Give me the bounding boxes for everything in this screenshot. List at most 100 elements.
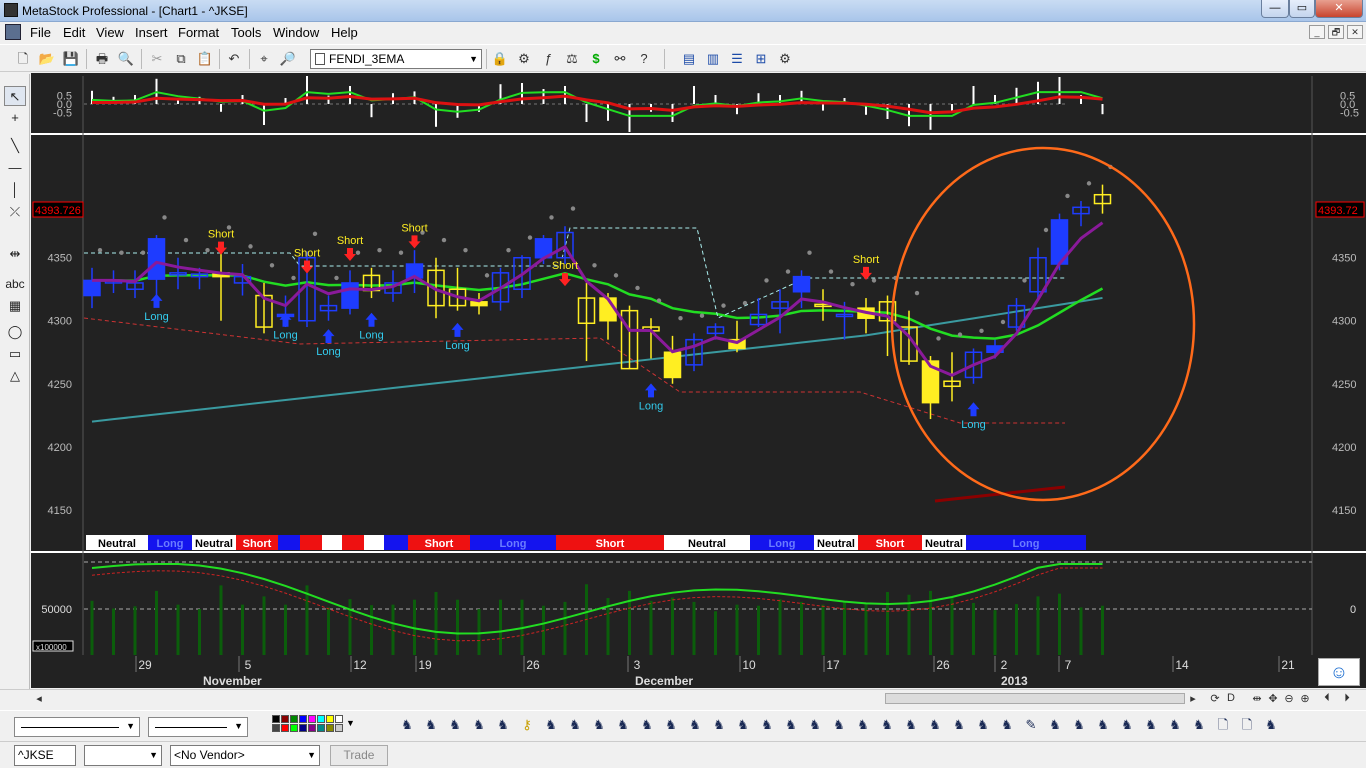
- expert-bull-icon[interactable]: ♞: [422, 716, 440, 734]
- refresh-icon[interactable]: ⟳: [1208, 692, 1222, 705]
- volume-multiplier: x100000: [36, 643, 67, 652]
- expert-bull-icon[interactable]: ♞: [878, 716, 896, 734]
- long-signal-label: Long: [359, 330, 383, 342]
- expert-bull-icon[interactable]: ♞: [542, 716, 560, 734]
- grey-dot: [119, 250, 124, 255]
- expert-bull-icon[interactable]: ♞: [1046, 716, 1064, 734]
- prev-page-icon[interactable]: ⏴: [1320, 692, 1334, 705]
- next-page-icon[interactable]: ⏵: [1340, 692, 1354, 705]
- expert-bull-icon[interactable]: ♞: [734, 716, 752, 734]
- line-style-select[interactable]: ▼: [14, 717, 140, 737]
- slow-ema-line: [91, 296, 1103, 423]
- smiley-icon[interactable]: ☺: [1318, 658, 1360, 686]
- grey-dot: [1022, 278, 1027, 283]
- periodicity-select[interactable]: ▼: [84, 745, 162, 766]
- expert-bull-icon[interactable]: ♞: [1166, 716, 1184, 734]
- grey-dot: [871, 278, 877, 283]
- candle-body: [470, 301, 488, 307]
- horizontal-scrollbar[interactable]: [885, 693, 1185, 704]
- price-tick-left: 4200: [48, 442, 72, 454]
- grey-dot: [1000, 319, 1006, 325]
- candle-body: [341, 282, 359, 309]
- expert-bull-icon[interactable]: ♞: [758, 716, 776, 734]
- price-tick-left: 4150: [48, 505, 72, 517]
- short-signal-label: Short: [294, 248, 320, 260]
- expert-bull-icon[interactable]: ♞: [710, 716, 728, 734]
- state-bar-segment: [278, 535, 300, 550]
- page-icon[interactable]: 🗋: [1214, 716, 1232, 734]
- grey-dot: [1043, 227, 1049, 233]
- long-arrow-icon: [451, 322, 464, 337]
- expert-bull-icon[interactable]: ♞: [854, 716, 872, 734]
- last-price-right: 4393.72: [1318, 205, 1358, 217]
- zoom-in-icon[interactable]: ⊕: [1298, 692, 1312, 705]
- line-weight-select[interactable]: ▼: [148, 717, 248, 737]
- date-tick-label: 10: [742, 658, 756, 672]
- date-tick-label: 2: [1001, 658, 1008, 672]
- date-tick-label: 17: [826, 658, 840, 672]
- expert-bull-icon[interactable]: ♞: [1190, 716, 1208, 734]
- grey-dot: [914, 290, 920, 296]
- expert-bull-icon[interactable]: ♞: [1262, 716, 1280, 734]
- date-tick-label: 26: [936, 658, 950, 672]
- price-tick-right: 4250: [1332, 379, 1356, 391]
- expert-bull-icon[interactable]: ♞: [686, 716, 704, 734]
- expert-bull-icon[interactable]: ♞: [662, 716, 680, 734]
- zoom-out-icon[interactable]: ⊖: [1282, 692, 1296, 705]
- grey-dot: [549, 215, 554, 220]
- expert-bull-icon[interactable]: ♞: [494, 716, 512, 734]
- grey-dot: [699, 313, 705, 318]
- long-arrow-icon: [322, 329, 335, 344]
- scroll-right-icon[interactable]: ▸: [1186, 692, 1200, 705]
- long-signal-label: Long: [273, 330, 297, 342]
- expert-bull-icon[interactable]: ♞: [638, 716, 656, 734]
- price-chart[interactable]: 0.5 0.50.0 0.0-0.5 -0.54350 43504300 43004250…: [0, 0, 1366, 768]
- move-icon[interactable]: ✥: [1266, 692, 1280, 705]
- grey-dot: [441, 237, 447, 243]
- expert-bull-icon[interactable]: ♞: [1094, 716, 1112, 734]
- expert-bull-icon[interactable]: ♞: [974, 716, 992, 734]
- oscillator-tick-left: -0.5: [53, 108, 72, 120]
- periodicity-icon[interactable]: D: [1224, 692, 1238, 704]
- pen-icon[interactable]: ✎: [1022, 716, 1040, 734]
- grey-dot: [162, 215, 167, 220]
- expert-bull-icon[interactable]: ♞: [782, 716, 800, 734]
- expert-bull-icon[interactable]: ♞: [902, 716, 920, 734]
- grey-dot: [936, 336, 941, 341]
- formatting-toolbar: ▼ ▼: [0, 710, 1366, 740]
- state-bar-segment: [300, 535, 322, 550]
- volume-tick-left: 50000: [41, 604, 72, 616]
- expert-bull-icon[interactable]: ♞: [590, 716, 608, 734]
- expert-bull-icon[interactable]: ♞: [926, 716, 944, 734]
- scroll-chart-icon[interactable]: ⇹: [1250, 692, 1264, 705]
- grey-dot: [1065, 193, 1070, 199]
- expert-bull-icon[interactable]: ♞: [1070, 716, 1088, 734]
- chevron-down-icon: ▼: [307, 750, 316, 760]
- expert-bull-icon[interactable]: ♞: [950, 716, 968, 734]
- short-signal-label: Short: [853, 254, 879, 266]
- expert-bull-icon[interactable]: ♞: [566, 716, 584, 734]
- expert-bull-icon[interactable]: ♞: [470, 716, 488, 734]
- expert-bull-icon[interactable]: ♞: [398, 716, 416, 734]
- expert-bull-icon[interactable]: ♞: [1118, 716, 1136, 734]
- chevron-down-icon: ▼: [149, 750, 158, 760]
- symbol-input[interactable]: ^JKSE: [14, 745, 76, 766]
- volume-tick-right: 0: [1350, 604, 1356, 616]
- expert-bull-icon[interactable]: ♞: [806, 716, 824, 734]
- price-tick-right: 4350: [1332, 253, 1356, 265]
- state-bar-segment: [322, 535, 342, 550]
- expert-bull-icon[interactable]: ♞: [830, 716, 848, 734]
- expert-bull-icon[interactable]: ♞: [998, 716, 1016, 734]
- key-icon[interactable]: ⚷: [518, 716, 536, 734]
- expert-bull-icon[interactable]: ♞: [614, 716, 632, 734]
- grey-dot: [205, 247, 210, 253]
- color-palette[interactable]: ▼: [272, 715, 356, 735]
- vendor-select[interactable]: <No Vendor> ▼: [170, 745, 320, 766]
- expert-bull-icon[interactable]: ♞: [446, 716, 464, 734]
- page-icon[interactable]: 🗋: [1238, 716, 1256, 734]
- long-signal-label: Long: [144, 311, 168, 323]
- trade-button[interactable]: Trade: [330, 745, 388, 766]
- state-bar-segment: [342, 535, 364, 550]
- expert-bull-icon[interactable]: ♞: [1142, 716, 1160, 734]
- scroll-left-icon[interactable]: ◂: [32, 692, 46, 705]
